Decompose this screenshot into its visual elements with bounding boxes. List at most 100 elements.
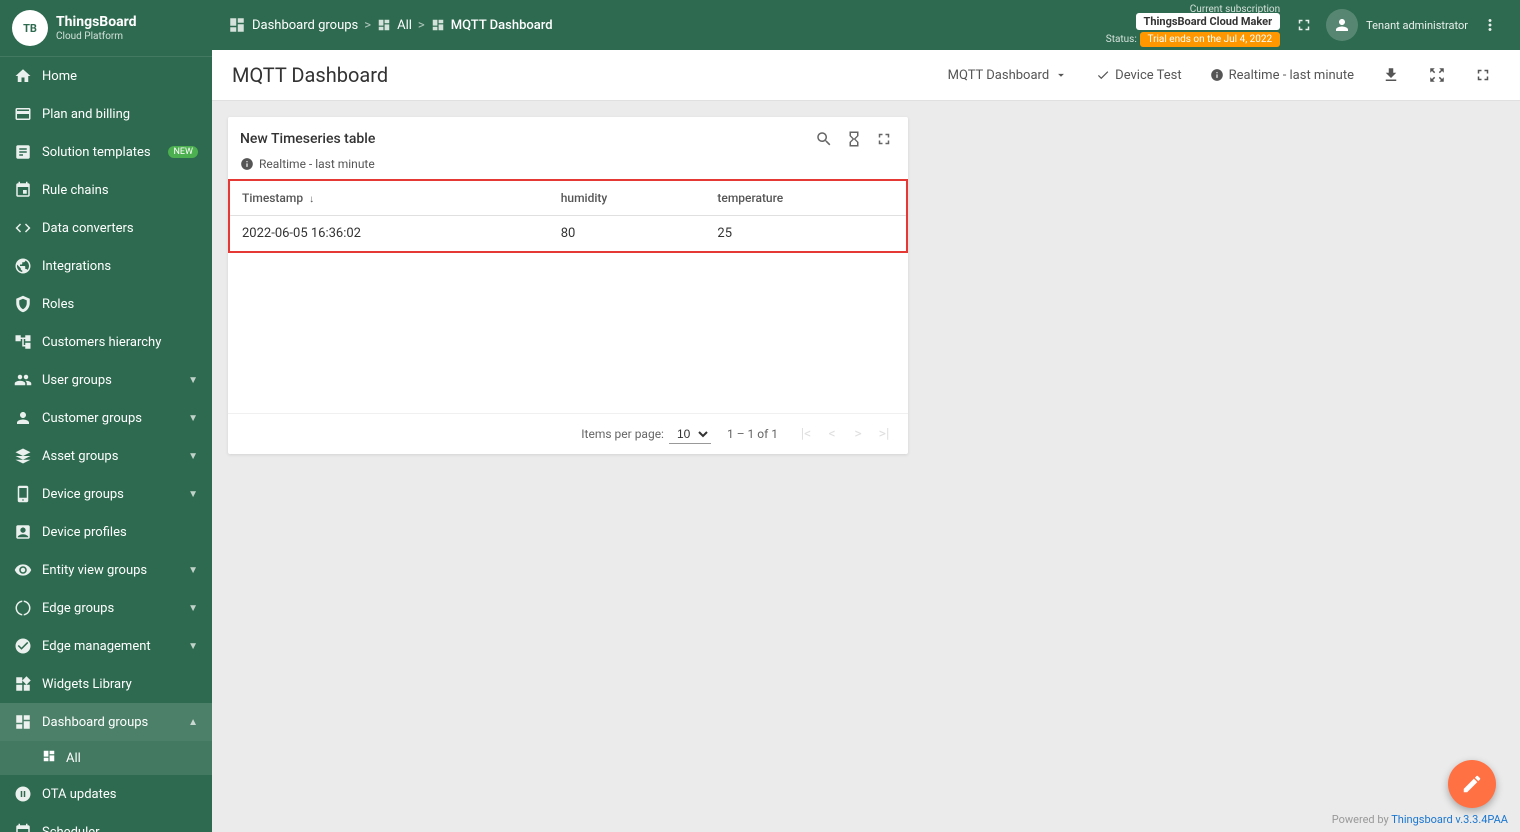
rule-chains-icon	[14, 181, 32, 199]
user-groups-icon	[14, 371, 32, 389]
sidebar-item-data-converters[interactable]: Data converters	[0, 209, 212, 247]
sidebar-label-integrations: Integrations	[42, 259, 198, 274]
data-converters-icon	[14, 219, 32, 237]
user-groups-arrow: ▼	[188, 375, 198, 386]
sidebar-item-ota-updates[interactable]: OTA updates	[0, 775, 212, 813]
topbar-right: Current subscription ThingsBoard Cloud M…	[1106, 4, 1504, 47]
sidebar-item-device-groups[interactable]: Device groups ▼	[0, 475, 212, 513]
avatar[interactable]	[1326, 9, 1358, 41]
sidebar-item-asset-groups[interactable]: Asset groups ▼	[0, 437, 212, 475]
page-title: MQTT Dashboard	[232, 63, 388, 87]
customer-groups-icon	[14, 409, 32, 427]
logo-icon: TB	[12, 10, 48, 46]
sidebar-item-entity-view-groups[interactable]: Entity view groups ▼	[0, 551, 212, 589]
table-footer: Items per page: 10 25 50 1 – 1 of 1 |< <…	[228, 413, 908, 454]
widget-card: New Timeseries table Realtime - last min…	[228, 117, 908, 454]
last-page-button[interactable]: >|	[872, 422, 896, 446]
pagination-range: 1 – 1 of 1	[727, 427, 778, 441]
powered-by: Powered by Thingsboard v.3.3.4PAA	[1332, 813, 1508, 826]
sidebar-label-plan-billing: Plan and billing	[42, 107, 198, 122]
breadcrumb-dashboard-groups[interactable]: Dashboard groups	[252, 18, 358, 33]
sidebar-label-customer-groups: Customer groups	[42, 411, 178, 426]
logo[interactable]: TB ThingsBoard Cloud Platform	[0, 0, 212, 57]
widget-time-label: Realtime - last minute	[259, 157, 375, 171]
realtime-button[interactable]: Realtime - last minute	[1202, 64, 1362, 87]
cell-humidity: 80	[549, 216, 706, 253]
data-table: Timestamp ↓ humidity temperature 2022-06…	[228, 179, 908, 253]
user-info: Tenant administrator	[1366, 19, 1468, 32]
sidebar-item-home[interactable]: Home	[0, 57, 212, 95]
content-area: New Timeseries table Realtime - last min…	[212, 101, 1520, 832]
integrations-icon	[14, 257, 32, 275]
first-page-button[interactable]: |<	[794, 422, 818, 446]
download-icon[interactable]	[1374, 62, 1408, 88]
sidebar-item-solution-templates[interactable]: Solution templates NEW	[0, 133, 212, 171]
sidebar-label-entity-view-groups: Entity view groups	[42, 563, 178, 578]
sidebar-sub-item-all[interactable]: All	[0, 741, 212, 775]
pagination-buttons: |< < > >|	[794, 422, 896, 446]
sidebar-item-dashboard-groups[interactable]: Dashboard groups ▲	[0, 703, 212, 741]
col-timestamp[interactable]: Timestamp ↓	[229, 180, 549, 216]
sidebar-item-integrations[interactable]: Integrations	[0, 247, 212, 285]
all-icon	[42, 749, 56, 767]
sidebar-item-plan-billing[interactable]: Plan and billing	[0, 95, 212, 133]
roles-icon	[14, 295, 32, 313]
sidebar-label-device-groups: Device groups	[42, 487, 178, 502]
fullscreen-toggle-icon[interactable]	[1466, 62, 1500, 88]
template-icon	[14, 143, 32, 161]
next-page-button[interactable]: >	[846, 422, 870, 446]
breadcrumb-all[interactable]: All	[397, 18, 412, 33]
widget-fullscreen-icon[interactable]	[872, 127, 896, 151]
sidebar-item-rule-chains[interactable]: Rule chains	[0, 171, 212, 209]
widget-header: New Timeseries table	[228, 117, 908, 157]
more-options-icon[interactable]	[1476, 11, 1504, 39]
device-test-button[interactable]: Device Test	[1088, 64, 1189, 87]
edit-fab[interactable]	[1448, 760, 1496, 808]
sidebar-item-widgets-library[interactable]: Widgets Library	[0, 665, 212, 703]
edge-groups-icon	[14, 599, 32, 617]
table-row: 2022-06-05 16:36:02 80 25	[229, 216, 907, 253]
expand-icon[interactable]	[1420, 62, 1454, 88]
sidebar-item-customer-groups[interactable]: Customer groups ▼	[0, 399, 212, 437]
sidebar-label-device-profiles: Device profiles	[42, 525, 198, 540]
widget-download-icon[interactable]	[842, 127, 866, 151]
sidebar-item-edge-groups[interactable]: Edge groups ▼	[0, 589, 212, 627]
widget-search-icon[interactable]	[812, 127, 836, 151]
sidebar-label-solution-templates: Solution templates	[42, 145, 158, 160]
page-header: MQTT Dashboard MQTT Dashboard Device Tes…	[212, 50, 1520, 101]
prev-page-button[interactable]: <	[820, 422, 844, 446]
logo-name: ThingsBoard	[56, 14, 136, 31]
sidebar-label-roles: Roles	[42, 297, 198, 312]
edge-management-icon	[14, 637, 32, 655]
col-temperature[interactable]: temperature	[705, 180, 907, 216]
topbar: Dashboard groups > All > MQTT Dashboard …	[212, 0, 1520, 50]
sidebar-item-edge-management[interactable]: Edge management ▼	[0, 627, 212, 665]
page-actions: MQTT Dashboard Device Test Realtime - la…	[940, 62, 1500, 88]
cell-temperature: 25	[705, 216, 907, 253]
cell-timestamp: 2022-06-05 16:36:02	[229, 216, 549, 253]
sidebar-label-edge-groups: Edge groups	[42, 601, 178, 616]
fullscreen-icon[interactable]	[1290, 11, 1318, 39]
sidebar-label-home: Home	[42, 69, 198, 84]
breadcrumb-mqtt[interactable]: MQTT Dashboard	[451, 18, 553, 33]
sidebar-label-rule-chains: Rule chains	[42, 183, 198, 198]
sidebar-item-device-profiles[interactable]: Device profiles	[0, 513, 212, 551]
device-profiles-icon	[14, 523, 32, 541]
sidebar-item-customers-hierarchy[interactable]: Customers hierarchy	[0, 323, 212, 361]
trial-badge: Trial ends on the Jul 4, 2022	[1140, 32, 1281, 47]
sidebar-label-scheduler: Scheduler	[42, 825, 198, 832]
logo-subtitle: Cloud Platform	[56, 31, 136, 42]
mqtt-dashboard-dropdown[interactable]: MQTT Dashboard	[940, 64, 1076, 87]
asset-groups-arrow: ▼	[188, 451, 198, 462]
col-humidity[interactable]: humidity	[549, 180, 706, 216]
sidebar-item-scheduler[interactable]: Scheduler	[0, 813, 212, 832]
sidebar-item-user-groups[interactable]: User groups ▼	[0, 361, 212, 399]
home-icon	[14, 67, 32, 85]
thingsboard-link[interactable]: Thingsboard v.3.3.4PAA	[1391, 813, 1508, 826]
dashboard-groups-arrow: ▲	[188, 717, 198, 728]
sidebar-item-roles[interactable]: Roles	[0, 285, 212, 323]
dashboard-groups-icon	[14, 713, 32, 731]
breadcrumb-sep-1: >	[364, 18, 371, 33]
sidebar-label-customers-hierarchy: Customers hierarchy	[42, 335, 198, 350]
per-page-select[interactable]: 10 25 50	[669, 425, 711, 444]
